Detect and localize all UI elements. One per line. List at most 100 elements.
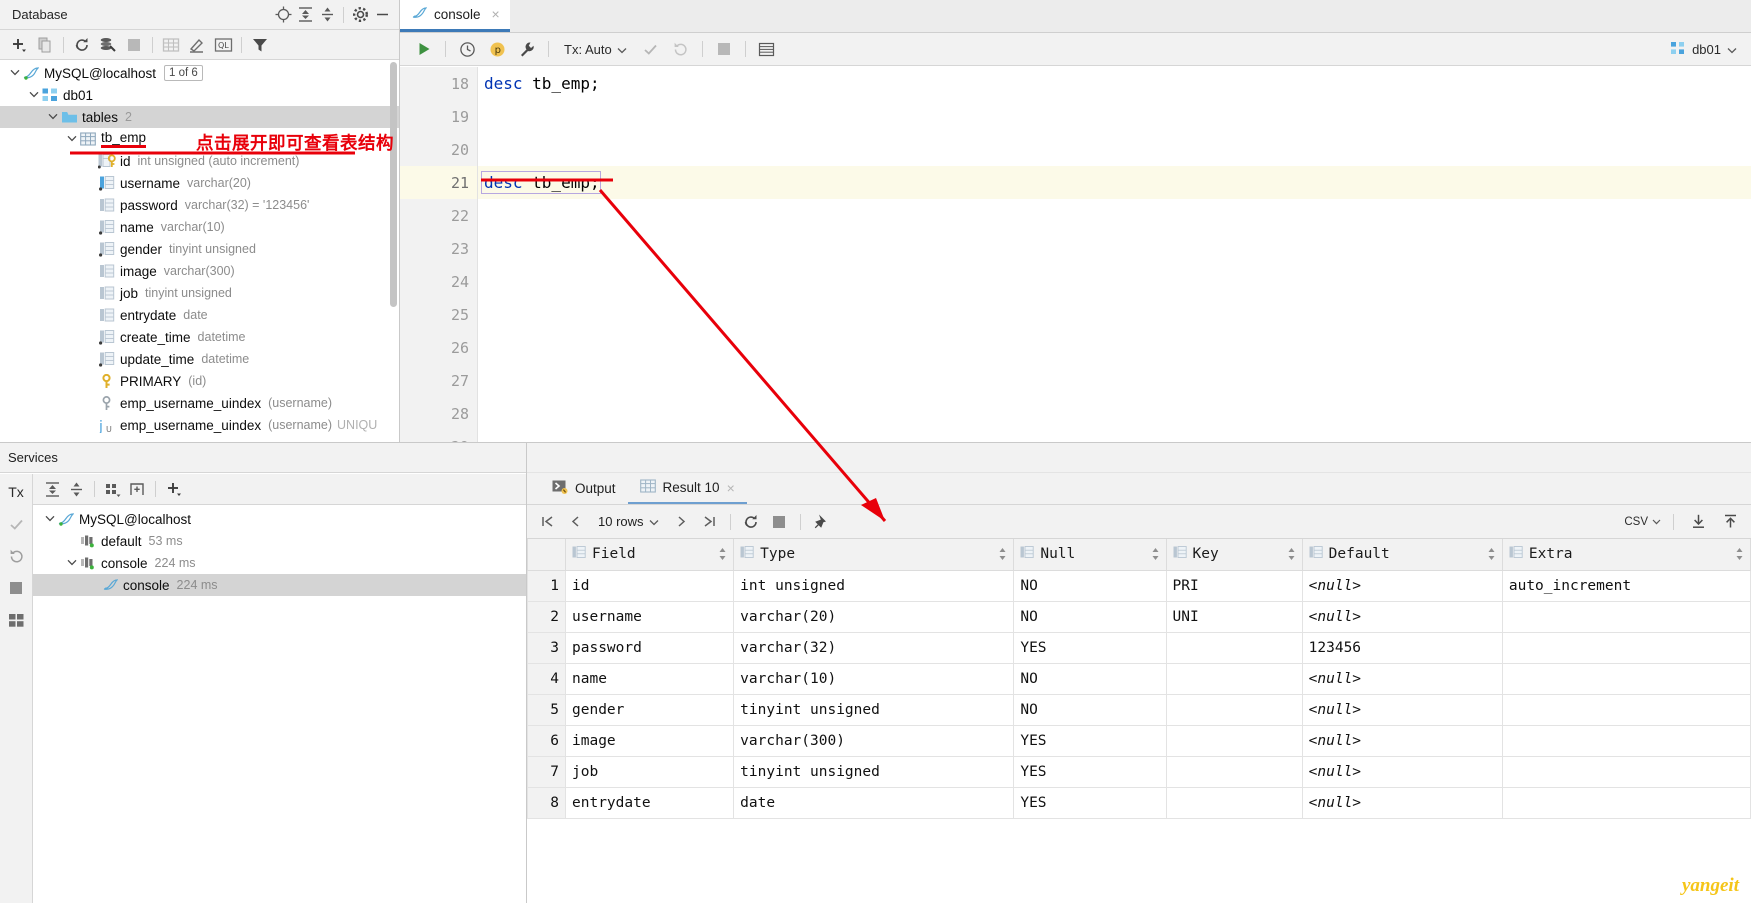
locate-icon[interactable] bbox=[272, 4, 294, 26]
upload-icon[interactable] bbox=[1718, 509, 1743, 534]
cell-field[interactable]: password bbox=[564, 631, 735, 664]
services-tree[interactable]: MySQL@localhost default 53 ms console 224 ms… bbox=[33, 505, 526, 903]
gutter-line-27[interactable]: 27 bbox=[400, 364, 477, 397]
db-tree-item-mysql-localhost[interactable]: MySQL@localhost 1 of 6 bbox=[0, 62, 399, 84]
cell-type[interactable]: tinyint unsigned bbox=[733, 693, 1015, 726]
chevron-down-icon[interactable] bbox=[43, 513, 57, 525]
db-tree-item-key-emp-username-uindex[interactable]: emp_username_uindex (username) bbox=[0, 392, 399, 414]
cell-null[interactable]: YES bbox=[1013, 631, 1167, 664]
db-tree-item-col-password[interactable]: password varchar(32) = '123456' bbox=[0, 194, 399, 216]
cell-type[interactable]: date bbox=[733, 786, 1015, 819]
cell-type[interactable]: varchar(10) bbox=[733, 662, 1015, 695]
result-table[interactable]: Field Type Null Key Default Extra 1 id int unsi… bbox=[527, 539, 1751, 819]
cell-default[interactable]: <null> bbox=[1301, 724, 1503, 757]
sort-arrows-icon[interactable] bbox=[1735, 547, 1744, 561]
db-tree-item-col-job[interactable]: job tinyint unsigned bbox=[0, 282, 399, 304]
close-icon[interactable]: × bbox=[492, 6, 500, 22]
cell-null[interactable]: NO bbox=[1013, 662, 1167, 695]
chevron-down-icon[interactable] bbox=[8, 67, 22, 79]
wrench-icon[interactable] bbox=[513, 36, 541, 62]
cell-field[interactable]: gender bbox=[564, 693, 735, 726]
cell-extra[interactable] bbox=[1501, 724, 1751, 757]
cell-default[interactable]: <null> bbox=[1301, 693, 1503, 726]
cell-field[interactable]: entrydate bbox=[564, 786, 735, 819]
database-tree[interactable]: MySQL@localhost 1 of 6 db01 tables 2 tb_emp id… bbox=[0, 60, 399, 442]
sort-arrows-icon[interactable] bbox=[1287, 547, 1296, 561]
cell-type[interactable]: varchar(32) bbox=[733, 631, 1015, 664]
export-format-selector[interactable]: CSV bbox=[1624, 516, 1661, 528]
gutter-line-24[interactable]: 24 bbox=[400, 265, 477, 298]
code-line-26[interactable] bbox=[478, 331, 1751, 364]
services-tree-item-svc-mysql-localhost[interactable]: MySQL@localhost bbox=[33, 508, 526, 530]
cell-type[interactable]: int unsigned bbox=[733, 569, 1015, 602]
column-header-null[interactable]: Null bbox=[1013, 539, 1167, 571]
services-tree-item-svc-console-child[interactable]: console 224 ms bbox=[33, 574, 526, 596]
column-header-extra[interactable]: Extra bbox=[1501, 539, 1751, 571]
code-line-20[interactable] bbox=[478, 133, 1751, 166]
cell-default[interactable]: <null> bbox=[1301, 662, 1503, 695]
cell-key[interactable] bbox=[1165, 786, 1303, 819]
tx-icon[interactable]: Tx bbox=[1, 478, 31, 506]
db-tree-item-col-update-time[interactable]: update_time datetime bbox=[0, 348, 399, 370]
cell-key[interactable] bbox=[1165, 631, 1303, 664]
tx-mode-selector[interactable]: Tx: Auto bbox=[556, 42, 635, 57]
chevron-down-icon[interactable] bbox=[27, 89, 41, 101]
cell-type[interactable]: varchar(300) bbox=[733, 724, 1015, 757]
table-row[interactable]: 1 id int unsigned NO PRI <null> auto_increment bbox=[527, 569, 1751, 602]
expand-all-icon[interactable] bbox=[294, 4, 316, 26]
gutter-line-18[interactable]: 18 bbox=[400, 67, 477, 100]
table-row[interactable]: 8 entrydate date YES <null> bbox=[527, 786, 1751, 819]
expand-all-icon[interactable] bbox=[41, 478, 63, 500]
cell-null[interactable]: YES bbox=[1013, 786, 1167, 819]
history-clock-icon[interactable] bbox=[453, 36, 481, 62]
cell-field[interactable]: username bbox=[564, 600, 735, 633]
cell-default[interactable]: <null> bbox=[1301, 600, 1503, 633]
code-line-27[interactable] bbox=[478, 364, 1751, 397]
collapse-all-icon[interactable] bbox=[316, 4, 338, 26]
db-tree-item-db01[interactable]: db01 bbox=[0, 84, 399, 106]
database-tree-scrollbar[interactable] bbox=[390, 62, 397, 307]
group-icon[interactable] bbox=[102, 478, 124, 500]
table-row[interactable]: 7 job tinyint unsigned YES <null> bbox=[527, 755, 1751, 788]
cell-default[interactable]: <null> bbox=[1301, 569, 1503, 602]
download-icon[interactable] bbox=[1686, 509, 1711, 534]
rollback-icon[interactable] bbox=[1, 542, 31, 570]
sort-arrows-icon[interactable] bbox=[718, 547, 727, 561]
prev-page-icon[interactable] bbox=[563, 509, 588, 534]
cell-field[interactable]: image bbox=[564, 724, 735, 757]
column-header-key[interactable]: Key bbox=[1165, 539, 1303, 571]
next-page-icon[interactable] bbox=[669, 509, 694, 534]
cell-key[interactable] bbox=[1165, 755, 1303, 788]
code-line-25[interactable] bbox=[478, 298, 1751, 331]
cell-extra[interactable] bbox=[1501, 662, 1751, 695]
db-tree-item-tables[interactable]: tables 2 bbox=[0, 106, 399, 128]
last-page-icon[interactable] bbox=[697, 509, 722, 534]
rows-per-page-selector[interactable]: 10 rows bbox=[591, 514, 666, 529]
cell-null[interactable]: NO bbox=[1013, 693, 1167, 726]
gutter-line-22[interactable]: 22 bbox=[400, 199, 477, 232]
chevron-down-icon[interactable] bbox=[46, 111, 60, 123]
code-line-22[interactable] bbox=[478, 199, 1751, 232]
db-tree-item-col-gender[interactable]: gender tinyint unsigned bbox=[0, 238, 399, 260]
db-tree-item-col-username[interactable]: username varchar(20) bbox=[0, 172, 399, 194]
table-row[interactable]: 5 gender tinyint unsigned NO <null> bbox=[527, 693, 1751, 726]
code-line-19[interactable] bbox=[478, 100, 1751, 133]
cell-field[interactable]: id bbox=[564, 569, 735, 602]
commit-check-icon[interactable] bbox=[1, 510, 31, 538]
editor-lines[interactable]: desc tb_emp; desc tb_emp; bbox=[478, 67, 1751, 442]
cell-null[interactable]: NO bbox=[1013, 569, 1167, 602]
code-line-23[interactable] bbox=[478, 232, 1751, 265]
gutter-line-26[interactable]: 26 bbox=[400, 331, 477, 364]
results-tab-output[interactable]: Output bbox=[540, 473, 628, 504]
db-tree-item-col-entrydate[interactable]: entrydate date bbox=[0, 304, 399, 326]
result-grid[interactable]: Field Type Null Key Default Extra 1 id int unsi… bbox=[527, 539, 1751, 903]
gutter-line-25[interactable]: 25 bbox=[400, 298, 477, 331]
stop-icon[interactable] bbox=[1, 574, 31, 602]
add-icon[interactable] bbox=[6, 34, 32, 56]
cell-key[interactable] bbox=[1165, 662, 1303, 695]
cell-default[interactable]: <null> bbox=[1301, 786, 1503, 819]
gutter-line-21[interactable]: 21 bbox=[400, 166, 505, 199]
chevron-down-icon[interactable] bbox=[65, 557, 79, 569]
gutter-line-28[interactable]: 28 bbox=[400, 397, 477, 430]
cell-null[interactable]: NO bbox=[1013, 600, 1167, 633]
